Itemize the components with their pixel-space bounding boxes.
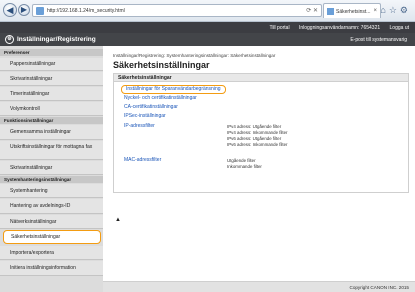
sidebar-item-volume[interactable]: Volymkontroll	[0, 102, 103, 116]
url-text: http://192.168.1.24/m_security.html	[47, 8, 125, 14]
link-ip-filter[interactable]: IP-adressfilter	[124, 123, 155, 130]
panel-header: Säkerhetsinställningar	[114, 74, 408, 82]
link-ipsec[interactable]: IPSec-inställningar	[124, 113, 166, 120]
browser-tools-icon[interactable]: ⌂☆⚙	[380, 5, 411, 16]
link-restrict-users[interactable]: Inställningar för Sparanvändarbegränsnin…	[121, 85, 226, 94]
address-bar[interactable]: http://192.168.1.24/m_security.html ⟳ ✕	[32, 4, 322, 17]
link-key-certificate[interactable]: Nyckel- och certifikatinställningar	[124, 95, 197, 102]
section-system-management: Systemhanteringsinställningar	[0, 176, 103, 183]
tab-close-icon[interactable]: ×	[373, 8, 377, 14]
page-title: Säkerhetsinställningar	[113, 60, 210, 70]
link-ca-certificate[interactable]: CA-certifikatinställningar	[124, 104, 178, 111]
login-info: Inloggningsanvändarnamn: 7654321	[298, 25, 381, 31]
section-function-settings: Funktionsinställningar	[0, 117, 103, 124]
tab-favicon-icon	[327, 8, 334, 15]
mac-filter-status: Inkommande filter	[227, 164, 262, 169]
ip-filter-status: IPv6 adress: Inkommande filter	[227, 142, 288, 147]
page-icon	[36, 7, 44, 15]
sidebar-item-initialize[interactable]: Initiera inställningsinformation	[0, 261, 103, 276]
mac-filter-status: Utgående filter	[227, 158, 256, 163]
security-panel: Säkerhetsinställningar Inställningar för…	[113, 73, 409, 193]
footer: Copyright CANON INC. 2015	[103, 281, 415, 292]
email-admin-link[interactable]: E-post till systemansvarig	[350, 37, 407, 43]
logout-link[interactable]: Logga ut	[390, 25, 409, 31]
top-header-bar: Till portal Inloggningsanvändarnamn: 765…	[0, 22, 415, 33]
settings-logo-icon: ⚙	[5, 35, 14, 44]
main-content: E-post till systemansvarig Inställningar…	[103, 33, 415, 292]
refresh-icon[interactable]: ⟳ ✕	[306, 7, 318, 14]
arrow-right-icon: ▶	[20, 5, 28, 14]
sidebar-item-import-export[interactable]: Importera/exportera	[0, 246, 103, 260]
copyright-text: Copyright CANON INC. 2015	[349, 285, 410, 290]
back-button[interactable]: ◀	[3, 3, 17, 17]
ip-filter-status: IPv4 adress: Utgående filter	[227, 124, 282, 129]
sidebar-item-system[interactable]: Systemhantering	[0, 184, 103, 198]
forward-button[interactable]: ▶	[18, 4, 30, 16]
section-preferences: Preferenser	[0, 49, 103, 56]
to-top-icon[interactable]: ▲	[115, 217, 121, 223]
sidebar-item-printer-settings[interactable]: Skrivarinställningar	[0, 161, 103, 175]
sidebar-item-paper[interactable]: Pappersinställningar	[0, 58, 103, 71]
arrow-left-icon: ◀	[6, 5, 14, 15]
sidebar-item-security[interactable]: Säkerhetsinställningar	[3, 230, 101, 244]
sidebar-item-fax-print[interactable]: Utskriftsinställningar för mottagna fax	[0, 141, 103, 160]
ip-filter-status: IPv6 adress: Utgående filter	[227, 136, 282, 141]
sidebar-title: ⚙ Inställningar/Registrering	[0, 33, 103, 46]
sidebar-item-common[interactable]: Gemensamma inställningar	[0, 125, 103, 140]
browser-tab[interactable]: Säkerhetsinst... ×	[323, 3, 381, 18]
link-mac-filter[interactable]: MAC-adressfilter	[124, 157, 161, 164]
sidebar-item-timer[interactable]: Timerinställningar	[0, 87, 103, 101]
portal-link[interactable]: Till portal	[269, 25, 289, 31]
sidebar-item-department-id[interactable]: Hantering av avdelnings-ID	[0, 199, 103, 214]
sidebar: ⚙ Inställningar/Registrering Preferenser…	[0, 33, 103, 292]
sidebar-item-network[interactable]: Nätverksinställningar	[0, 215, 103, 229]
ip-filter-status: IPv4 adress: Inkommande filter	[227, 130, 288, 135]
tab-title: Säkerhetsinst...	[336, 9, 371, 15]
sidebar-item-printer[interactable]: Skrivarinställningar	[0, 72, 103, 86]
breadcrumb: Inställningar/Registrering: Systemhanter…	[113, 53, 276, 58]
browser-toolbar: ◀ ▶ http://192.168.1.24/m_security.html …	[0, 0, 415, 22]
